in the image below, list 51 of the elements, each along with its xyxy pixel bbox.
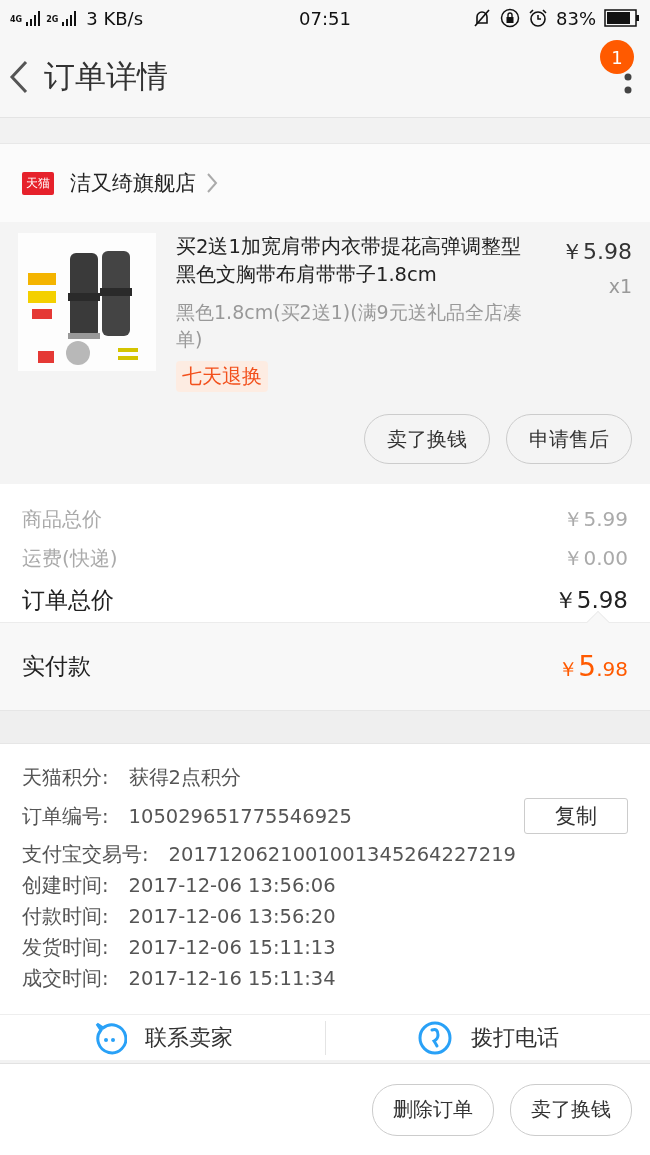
phone-icon bbox=[416, 1019, 453, 1056]
copy-button[interactable]: 复制 bbox=[524, 798, 628, 834]
signal-icon bbox=[26, 10, 43, 26]
info-label: 订单编号: bbox=[22, 803, 109, 830]
network-type: 4G bbox=[10, 14, 23, 24]
info-value: 2017-12-06 15:11:13 bbox=[128, 936, 336, 959]
action-button[interactable]: 卖了换钱 bbox=[510, 1083, 632, 1136]
back-icon[interactable] bbox=[8, 58, 30, 95]
info-label: 天猫积分: bbox=[22, 765, 109, 791]
notification-badge: 1 bbox=[600, 40, 634, 74]
clock: 07:51 bbox=[299, 7, 351, 29]
product-title[interactable]: 买2送1加宽肩带内衣带提花高弹调整型黑色文胸带布肩带带子1.8cm bbox=[176, 233, 532, 289]
price-label: 运费(快递) bbox=[22, 545, 118, 572]
info-value: 2017-12-16 15:11:34 bbox=[128, 967, 336, 990]
action-button[interactable]: 卖了换钱 bbox=[364, 414, 490, 464]
contact-label[interactable]: 联系卖家 bbox=[145, 1022, 234, 1053]
price-value: ￥5.98 bbox=[553, 585, 628, 615]
contact-label[interactable]: 拨打电话 bbox=[470, 1022, 559, 1053]
action-button[interactable]: 删除订单 bbox=[372, 1083, 494, 1136]
network-type: 2G bbox=[46, 14, 59, 24]
info-label: 付款时间: bbox=[22, 904, 109, 930]
action-button[interactable]: 申请售后 bbox=[506, 414, 632, 464]
paid-label: 实付款 bbox=[22, 652, 91, 681]
product-quantity: x1 bbox=[608, 275, 632, 297]
battery-level: 83% bbox=[556, 7, 596, 29]
info-label: 成交时间: bbox=[22, 966, 109, 992]
info-value: 2017-12-06 13:56:20 bbox=[128, 905, 336, 928]
store-tag: 天猫 bbox=[22, 171, 54, 195]
return-policy-tag: 七天退换 bbox=[176, 361, 268, 392]
paid-amount: ￥5.98 bbox=[558, 650, 628, 683]
info-label: 创建时间: bbox=[22, 873, 109, 899]
info-value: 2017-12-06 13:56:06 bbox=[128, 874, 336, 897]
info-value: 2017120621001001345264227219 bbox=[168, 843, 516, 866]
battery-icon bbox=[604, 9, 640, 27]
price-value: ￥0.00 bbox=[563, 545, 628, 572]
product-variant: 黑色1.8cm(买2送1)(满9元送礼品全店凑单) bbox=[176, 300, 523, 352]
price-label: 订单总价 bbox=[22, 585, 114, 615]
info-value: 105029651775546925 bbox=[128, 804, 352, 828]
mute-icon bbox=[472, 8, 492, 28]
price-label: 商品总价 bbox=[22, 506, 102, 533]
alarm-icon bbox=[528, 8, 548, 28]
price-value: ￥5.99 bbox=[563, 506, 628, 533]
store-name[interactable]: 洁又绮旗舰店 bbox=[70, 169, 196, 197]
info-label: 发货时间: bbox=[22, 935, 109, 961]
info-label: 支付宝交易号: bbox=[22, 842, 149, 868]
info-value: 获得2点积分 bbox=[128, 765, 241, 791]
page-title: 订单详情 bbox=[44, 56, 168, 96]
network-speed: 3 KB/s bbox=[86, 7, 144, 29]
rotation-lock-icon bbox=[500, 8, 520, 28]
product-price: ￥5.98 bbox=[561, 238, 632, 266]
signal-icon bbox=[62, 10, 79, 26]
